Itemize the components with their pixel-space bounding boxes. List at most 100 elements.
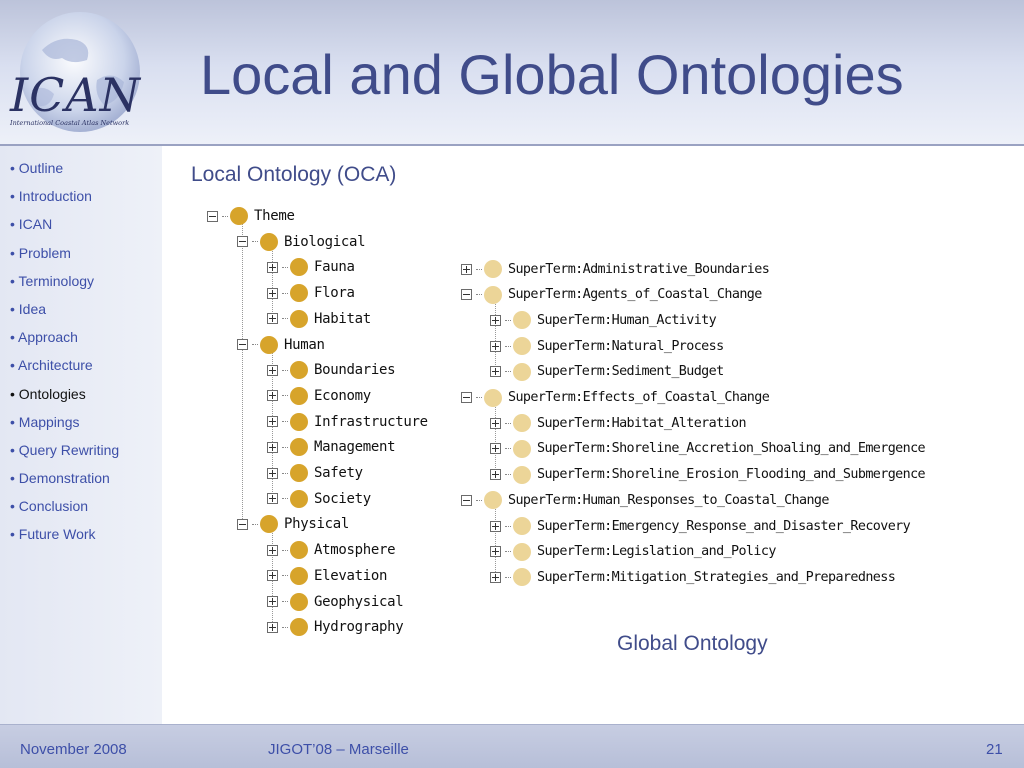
tree-node[interactable]: Boundaries xyxy=(267,359,396,381)
sidebar-item-introduction[interactable]: • Introduction xyxy=(0,188,162,216)
collapse-icon[interactable] xyxy=(237,339,248,350)
sidebar-item-conclusion[interactable]: • Conclusion xyxy=(0,498,162,526)
sidebar-item-architecture[interactable]: • Architecture xyxy=(0,357,162,385)
tree-node[interactable]: SuperTerm:Natural_Process xyxy=(490,335,724,357)
collapse-icon[interactable] xyxy=(237,518,248,530)
expand-icon[interactable] xyxy=(490,546,501,558)
expand-icon[interactable] xyxy=(267,441,278,453)
tree-node-label: Elevation xyxy=(314,567,388,584)
sidebar-item-ontologies[interactable]: • Ontologies xyxy=(0,386,162,414)
tree-node[interactable]: Biological xyxy=(237,231,366,253)
tree-node[interactable]: Fauna xyxy=(267,256,355,278)
collapse-icon[interactable] xyxy=(461,494,472,506)
sidebar-item-future-work[interactable]: • Future Work xyxy=(0,526,162,554)
class-node-icon xyxy=(260,335,278,354)
expand-icon[interactable] xyxy=(490,520,501,532)
tree-connector xyxy=(252,241,258,243)
ican-logo: ICAN International Coastal Atlas Network xyxy=(2,10,162,138)
expand-icon[interactable] xyxy=(267,467,278,479)
expand-icon[interactable] xyxy=(267,596,278,607)
expand-icon[interactable] xyxy=(267,313,278,325)
expand-icon[interactable] xyxy=(267,544,278,556)
tree-node[interactable]: Physical xyxy=(237,513,349,535)
expand-icon[interactable] xyxy=(490,417,501,429)
local-ontology-caption: Local Ontology (OCA) xyxy=(191,163,397,186)
tree-node[interactable]: Geophysical xyxy=(267,591,404,613)
tree-node[interactable]: Habitat xyxy=(267,308,371,330)
tree-node[interactable]: SuperTerm:Habitat_Alteration xyxy=(490,412,747,434)
sidebar-item-ican[interactable]: • ICAN xyxy=(0,216,162,244)
tree-node[interactable]: SuperTerm:Sediment_Budget xyxy=(490,361,724,383)
tree-node[interactable]: SuperTerm:Shoreline_Accretion_Shoaling_a… xyxy=(490,438,926,460)
tree-connector xyxy=(252,523,258,525)
tree-node[interactable]: SuperTerm:Agents_of_Coastal_Change xyxy=(461,284,762,306)
tree-node[interactable]: Economy xyxy=(267,385,371,407)
expand-icon[interactable] xyxy=(490,314,501,326)
collapse-icon[interactable] xyxy=(237,236,248,248)
sidebar-item-idea[interactable]: • Idea xyxy=(0,301,162,329)
sidebar-item-terminology[interactable]: • Terminology xyxy=(0,273,162,301)
tree-node[interactable]: Infrastructure xyxy=(267,411,428,433)
tree-node[interactable]: Human xyxy=(237,334,325,356)
class-node-icon xyxy=(290,386,308,405)
tree-node[interactable]: Elevation xyxy=(267,565,387,587)
class-node-icon xyxy=(290,412,308,431)
header-divider xyxy=(1010,145,1024,146)
tree-node-label: SuperTerm:Shoreline_Accretion_Shoaling_a… xyxy=(537,441,926,457)
collapse-icon[interactable] xyxy=(207,210,218,222)
tree-connector xyxy=(505,319,511,321)
tree-node[interactable]: SuperTerm:Emergency_Response_and_Disaste… xyxy=(490,515,911,537)
tree-node-label: SuperTerm:Sediment_Budget xyxy=(537,364,724,380)
expand-icon[interactable] xyxy=(461,263,472,275)
sidebar-item-problem[interactable]: • Problem xyxy=(0,245,162,273)
tree-node[interactable]: Hydrography xyxy=(267,616,404,638)
sidebar-item-demonstration[interactable]: • Demonstration xyxy=(0,470,162,498)
expand-icon[interactable] xyxy=(490,469,501,481)
expand-icon[interactable] xyxy=(267,261,278,273)
class-node-icon xyxy=(290,618,308,637)
collapse-icon[interactable] xyxy=(461,289,472,301)
tree-connector xyxy=(505,422,511,424)
expand-icon[interactable] xyxy=(267,493,278,505)
expand-icon[interactable] xyxy=(267,364,278,376)
tree-node-label: SuperTerm:Effects_of_Coastal_Change xyxy=(508,390,770,405)
expand-icon[interactable] xyxy=(490,571,501,583)
tree-guide-line xyxy=(242,221,243,524)
tree-connector xyxy=(282,266,288,268)
expand-icon[interactable] xyxy=(267,570,278,582)
expand-icon[interactable] xyxy=(267,416,278,428)
tree-node[interactable]: SuperTerm:Mitigation_Strategies_and_Prep… xyxy=(490,566,896,588)
sidebar-item-query-rewriting[interactable]: • Query Rewriting xyxy=(0,442,162,470)
class-node-icon xyxy=(513,465,531,484)
tree-node[interactable]: SuperTerm:Effects_of_Coastal_Change xyxy=(461,387,770,409)
sidebar-item-outline[interactable]: • Outline xyxy=(0,160,162,188)
sidebar-item-mappings[interactable]: • Mappings xyxy=(0,414,162,442)
footer-date: November 2008 xyxy=(20,741,127,758)
expand-icon[interactable] xyxy=(267,621,278,633)
tree-node[interactable]: SuperTerm:Shoreline_Erosion_Flooding_and… xyxy=(490,464,926,486)
expand-icon[interactable] xyxy=(490,340,501,352)
tree-node[interactable]: Flora xyxy=(267,282,355,304)
class-node-icon xyxy=(290,438,308,457)
expand-icon[interactable] xyxy=(267,287,278,299)
tree-node[interactable]: Atmosphere xyxy=(267,539,396,561)
expand-icon[interactable] xyxy=(267,390,278,402)
slide-header: ICAN International Coastal Atlas Network… xyxy=(0,0,1024,146)
tree-node[interactable]: Society xyxy=(267,488,371,510)
tree-connector xyxy=(282,421,288,423)
tree-node-label: SuperTerm:Human_Responses_to_Coastal_Cha… xyxy=(508,492,829,508)
class-node-icon xyxy=(484,260,502,278)
tree-node[interactable]: Theme xyxy=(207,205,295,227)
tree-node[interactable]: SuperTerm:Administrative_Boundaries xyxy=(461,258,770,280)
sidebar-item-approach[interactable]: • Approach xyxy=(0,329,162,357)
tree-connector xyxy=(282,626,288,628)
tree-node[interactable]: SuperTerm:Human_Responses_to_Coastal_Cha… xyxy=(461,489,829,511)
collapse-icon[interactable] xyxy=(461,392,472,403)
expand-icon[interactable] xyxy=(490,443,501,455)
tree-node[interactable]: Safety xyxy=(267,462,363,484)
tree-node[interactable]: SuperTerm:Human_Activity xyxy=(490,309,717,331)
tree-connector xyxy=(476,499,482,501)
tree-node[interactable]: SuperTerm:Legislation_and_Policy xyxy=(490,541,776,563)
tree-node[interactable]: Management xyxy=(267,436,396,458)
expand-icon[interactable] xyxy=(490,366,501,378)
